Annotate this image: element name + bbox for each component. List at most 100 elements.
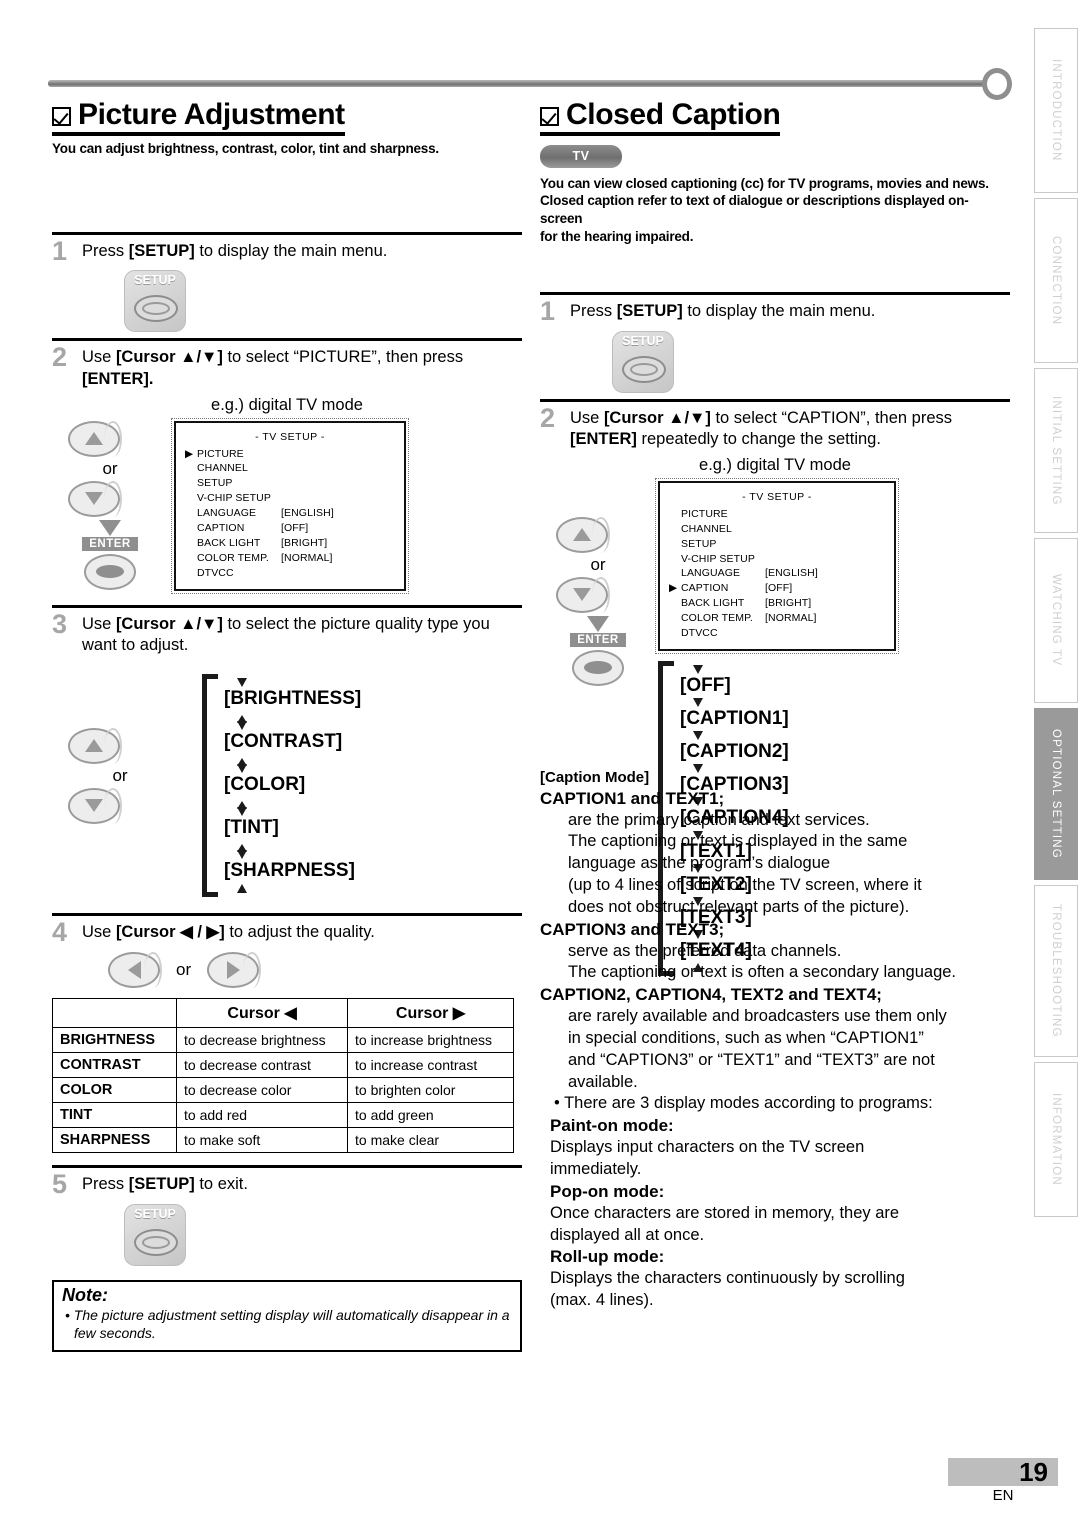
display-mode-line: Displays input characters on the TV scre… bbox=[550, 1138, 865, 1157]
osd-row: LANGUAGE [ENGLISH] bbox=[669, 566, 885, 581]
side-tab-troubleshooting[interactable]: TROUBLESHOOTING bbox=[1034, 885, 1078, 1057]
osd-row: V-CHIP SETUP bbox=[185, 491, 395, 506]
osd-row-name: V-CHIP SETUP bbox=[681, 552, 755, 565]
triangle-down-icon bbox=[85, 799, 103, 813]
osd-cursor-marker bbox=[185, 461, 197, 491]
osd-row-value bbox=[765, 626, 885, 641]
cursor-key-ref: [Cursor ▲/▼] bbox=[603, 408, 711, 427]
step-text-after: to select “PICTURE”, then press bbox=[222, 348, 464, 367]
cycle-arrow-icon bbox=[237, 677, 247, 687]
table-cell-right: to brighten color bbox=[347, 1077, 514, 1104]
step-text-before: Use bbox=[82, 614, 116, 633]
caption-block-heading: CAPTION2, CAPTION4, TEXT2 and TEXT4; bbox=[540, 985, 882, 1005]
table-header-row: Cursor ◀ Cursor ▶ bbox=[52, 998, 514, 1029]
cursor-up-button[interactable] bbox=[68, 420, 122, 457]
osd-cursor-marker bbox=[185, 536, 197, 551]
osd-row-name: DTVCC bbox=[197, 566, 234, 579]
right-subtitle-line: Closed caption refer to text of dialogue… bbox=[540, 193, 969, 227]
cycle-arrow-bidirectional-icon bbox=[237, 758, 247, 774]
display-modes-intro: • There are 3 display modes according to… bbox=[554, 1094, 933, 1113]
side-tab-watching-tv[interactable]: WATCHING TV bbox=[1034, 538, 1078, 703]
or-label: or bbox=[176, 960, 192, 980]
side-tab-information[interactable]: INFORMATION bbox=[1034, 1062, 1078, 1217]
caption-block-line: and “CAPTION3” or “TEXT1” and “TEXT3” ar… bbox=[568, 1050, 935, 1069]
cursor-left-button[interactable] bbox=[108, 952, 162, 989]
osd-cursor-marker bbox=[185, 491, 197, 506]
osd-row: DTVCC bbox=[185, 566, 395, 581]
osd-cursor-marker bbox=[669, 596, 681, 611]
or-label: or bbox=[590, 554, 606, 574]
cycle-bracket-icon bbox=[202, 673, 218, 897]
table-cell-left: to add red bbox=[175, 1102, 349, 1129]
osd-row-value: [ENGLISH] bbox=[765, 567, 818, 580]
cycle-item: [SHARPNESS] bbox=[224, 860, 355, 882]
cursor-down-button[interactable] bbox=[556, 576, 610, 613]
osd-row-value: [OFF] bbox=[765, 582, 793, 595]
osd-row: ▶ CAPTION [OFF] bbox=[669, 581, 885, 596]
cursor-down-button[interactable] bbox=[68, 787, 122, 824]
step-instruction: Use [Cursor ▲/▼] to select “CAPTION”, th… bbox=[570, 408, 952, 450]
display-mode-heading: Pop-on mode: bbox=[550, 1181, 665, 1201]
enter-badge-label: ENTER bbox=[570, 632, 626, 647]
step-number: 2 bbox=[52, 342, 68, 373]
side-tab-connection[interactable]: CONNECTION bbox=[1034, 198, 1078, 363]
remote-keys-group: or bbox=[108, 952, 522, 989]
step-instruction: Use [Cursor ▲/▼] to select “PICTURE”, th… bbox=[82, 347, 463, 389]
cursor-up-button[interactable] bbox=[556, 516, 610, 553]
table-row: COLOR to decrease color to brighten colo… bbox=[52, 1077, 514, 1104]
display-mode-block: Paint-on mode: Displays input characters… bbox=[540, 1115, 1010, 1181]
display-mode-line: displayed all at once. bbox=[550, 1225, 705, 1244]
setup-button-art[interactable]: SETUP bbox=[612, 330, 674, 393]
osd-row-value bbox=[281, 461, 395, 491]
osd-cursor-marker bbox=[185, 521, 197, 536]
osd-cursor-marker bbox=[669, 566, 681, 581]
setup-button-art[interactable]: SETUP bbox=[124, 270, 186, 333]
osd-row-name: V-CHIP SETUP bbox=[197, 492, 271, 505]
table-cell-right: to increase brightness bbox=[347, 1027, 514, 1054]
step-instruction: Press [SETUP] to exit. bbox=[82, 1174, 248, 1195]
side-tab-introduction[interactable]: INTRODUCTION bbox=[1034, 28, 1078, 193]
cursor-right-button[interactable] bbox=[207, 952, 262, 989]
step-text-before: Use bbox=[570, 408, 604, 427]
display-mode-block: Roll-up mode: Displays the characters co… bbox=[540, 1246, 1010, 1312]
left-column: Picture Adjustment You can adjust bright… bbox=[52, 99, 522, 1352]
osd-row-name: CAPTION bbox=[197, 522, 245, 535]
osd-cursor-marker bbox=[669, 507, 681, 522]
enter-button[interactable] bbox=[572, 649, 624, 686]
table-row-name: SHARPNESS bbox=[52, 1127, 177, 1154]
side-tab-initial-setting[interactable]: INITIAL SETTING bbox=[1034, 368, 1078, 533]
caption-block: CAPTION2, CAPTION4, TEXT2 and TEXT4; are… bbox=[540, 984, 1010, 1093]
osd-cursor-marker bbox=[669, 626, 681, 641]
right-step-1: 1 Press [SETUP] to display the main menu… bbox=[540, 291, 1010, 393]
osd-row: ▶ PICTURE bbox=[185, 447, 395, 462]
remote-keys-group: or bbox=[52, 668, 172, 903]
triangle-down-icon bbox=[573, 588, 591, 602]
cursor-down-button[interactable] bbox=[68, 480, 122, 517]
step-text-line2: want to adjust. bbox=[82, 635, 189, 654]
caption-block-line: available. bbox=[568, 1072, 638, 1091]
picture-adjustment-heading: Picture Adjustment bbox=[52, 99, 345, 136]
header-rule-knob-icon bbox=[982, 68, 1012, 100]
table-row-name: BRIGHTNESS bbox=[52, 1027, 177, 1054]
side-tab-optional-setting[interactable]: OPTIONAL SETTING bbox=[1034, 708, 1078, 880]
flow-arrow-down-icon bbox=[99, 519, 121, 536]
setup-button-art[interactable]: SETUP bbox=[124, 1204, 186, 1267]
display-mode-heading: Roll-up mode: bbox=[550, 1247, 665, 1267]
step-text-before: Press bbox=[82, 241, 129, 260]
flow-arrow-down-icon bbox=[587, 615, 609, 632]
enter-button[interactable] bbox=[84, 553, 136, 590]
picture-quality-cycle-diagram: [BRIGHTNESS] [CONTRAST] [COLOR] [TINT] [… bbox=[202, 668, 452, 903]
osd-row-name: LANGUAGE bbox=[197, 507, 257, 520]
table-row: SHARPNESS to make soft to make clear bbox=[52, 1127, 514, 1154]
osd-row-name: PICTURE bbox=[681, 507, 728, 520]
table-cell-left: to make soft bbox=[175, 1127, 349, 1154]
cursor-up-button[interactable] bbox=[68, 727, 122, 764]
caption-block-line: The captioning or text is displayed in t… bbox=[568, 832, 908, 851]
left-step-2: 2 Use [Cursor ▲/▼] to select “PICTURE”, … bbox=[52, 338, 522, 594]
osd-row-name: LANGUAGE bbox=[681, 567, 741, 580]
table-row: TINT to add red to add green bbox=[52, 1102, 514, 1129]
osd-rows: PICTURE CHANNEL SETUP V-CHIP SETUP LANGU… bbox=[669, 507, 885, 641]
table-row-name: CONTRAST bbox=[52, 1052, 177, 1079]
table-cell-left: to decrease contrast bbox=[175, 1052, 349, 1079]
caption-block-heading: CAPTION3 and TEXT3; bbox=[540, 919, 725, 939]
